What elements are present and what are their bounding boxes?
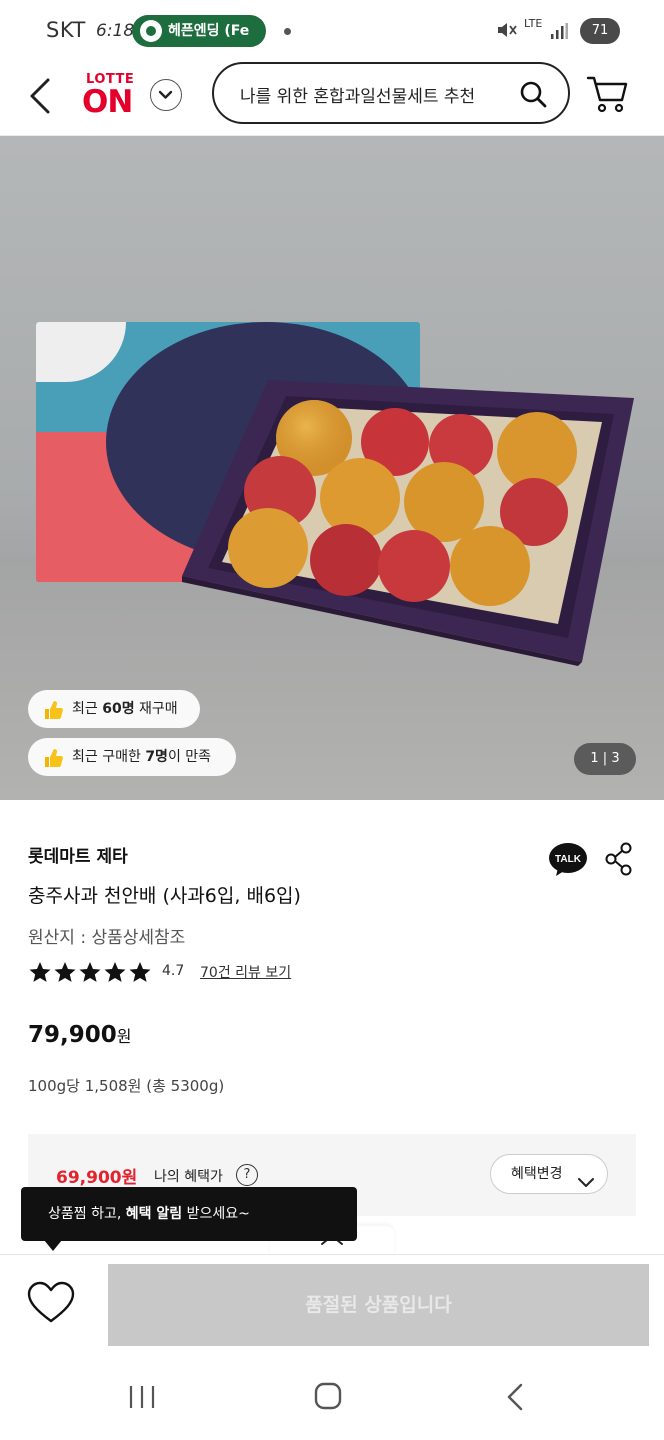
badge-suffix: 재구매: [134, 701, 178, 717]
status-bar: SKT 6:18 헤픈엔딩 (Fe LTE 71: [0, 0, 664, 62]
kakao-talk-icon[interactable]: TALK: [548, 842, 588, 878]
tooltip-prefix: 상품찜 하고,: [48, 1206, 126, 1222]
product-image-carousel[interactable]: 최근 60명 재구매 최근 구매한 7명이 만족 1 | 3: [0, 136, 664, 800]
media-title: 헤픈엔딩 (Fe: [168, 23, 250, 39]
search-icon[interactable]: [518, 79, 548, 109]
rating-value: 4.7: [162, 963, 185, 979]
battery-indicator: 71: [580, 18, 620, 44]
system-nav-bar: [0, 1354, 664, 1440]
lotte-on-logo[interactable]: LOTTE ON: [82, 70, 140, 120]
thumbs-up-icon: [42, 746, 64, 768]
tooltip-tail: [44, 1240, 62, 1251]
star-icon: [53, 960, 77, 984]
origin-info: 원산지 : 상품상세참조: [28, 928, 186, 948]
heart-icon: [27, 1281, 75, 1323]
media-notification-pill[interactable]: 헤픈엔딩 (Fe: [132, 15, 266, 47]
benefit-change-label: 혜택변경: [511, 1166, 563, 1182]
search-query: 나를 위한 혼합과일선물세트 추천: [240, 87, 476, 107]
recent-apps-button[interactable]: [128, 1384, 158, 1410]
chevron-left-icon: [30, 78, 50, 114]
badge-prefix: 최근: [72, 701, 103, 717]
mall-select-button[interactable]: [150, 79, 182, 111]
help-icon[interactable]: ?: [236, 1164, 258, 1186]
svg-text:TALK: TALK: [555, 854, 582, 865]
image-page-counter: 1 | 3: [574, 743, 636, 775]
badge-highlight: 60명: [102, 701, 135, 717]
cart-icon[interactable]: [586, 74, 630, 116]
benefit-price: 69,900원: [56, 1168, 138, 1188]
notification-dot-icon: [284, 28, 291, 35]
thumbs-up-icon: [42, 698, 64, 720]
benefit-label: 나의 혜택가: [154, 1169, 223, 1185]
tooltip-highlight: 혜택 알림: [125, 1206, 183, 1222]
star-icon: [103, 960, 127, 984]
tooltip-suffix: 받으세요~: [182, 1206, 250, 1222]
repurchase-badge: 최근 60명 재구매: [28, 690, 200, 728]
price-value: 79,900: [28, 1022, 117, 1048]
purchase-bar: 품절된 상품입니다: [0, 1254, 664, 1354]
chevron-down-icon: [158, 90, 173, 99]
product-price: 79,900원: [28, 1022, 132, 1048]
recent-apps-icon: [129, 1386, 155, 1408]
star-icon: [28, 960, 52, 984]
mute-icon: [496, 20, 518, 45]
chevron-down-icon: [577, 1167, 594, 1187]
review-link[interactable]: 70건 리뷰 보기: [200, 962, 291, 982]
rating-row: 4.7 70건 리뷰 보기: [28, 960, 328, 984]
fruit-gift-box-photo: [182, 380, 634, 666]
signal-icon: [550, 22, 568, 40]
back-button[interactable]: [24, 74, 64, 118]
wishlist-button[interactable]: [26, 1281, 76, 1325]
music-app-icon: [140, 20, 162, 42]
product-title: 충주사과 천안배 (사과6입, 배6입): [28, 885, 301, 907]
satisfaction-badge: 최근 구매한 7명이 만족: [28, 738, 236, 776]
share-icon[interactable]: [604, 842, 634, 876]
badge-suffix: 이 만족: [167, 749, 212, 765]
logo-on-text: ON: [82, 84, 133, 120]
benefit-change-button[interactable]: 혜택변경: [490, 1154, 608, 1194]
badge-prefix: 최근 구매한: [72, 749, 146, 765]
price-unit: 원: [116, 1027, 132, 1046]
star-icon: [78, 960, 102, 984]
chevron-left-icon: [507, 1383, 523, 1411]
clock: 6:18: [96, 21, 135, 41]
home-icon: [314, 1382, 342, 1410]
unit-price: 100g당 1,508원 (총 5300g): [28, 1077, 225, 1095]
home-button[interactable]: [314, 1382, 342, 1410]
network-type: LTE: [524, 17, 543, 30]
app-header: LOTTE ON 나를 위한 혼합과일선물세트 추천: [0, 62, 664, 136]
wishlist-tooltip: 상품찜 하고, 혜택 알림 받으세요~: [21, 1187, 357, 1241]
system-back-button[interactable]: [504, 1382, 526, 1412]
status-icons: LTE: [496, 16, 568, 48]
brand-name[interactable]: 롯데마트 제타: [28, 842, 128, 867]
search-input[interactable]: 나를 위한 혼합과일선물세트 추천: [212, 62, 570, 124]
badge-highlight: 7명: [145, 749, 168, 765]
soldout-button[interactable]: 품절된 상품입니다: [108, 1264, 649, 1346]
carrier-label: SKT: [46, 18, 86, 42]
star-icon: [128, 960, 152, 984]
